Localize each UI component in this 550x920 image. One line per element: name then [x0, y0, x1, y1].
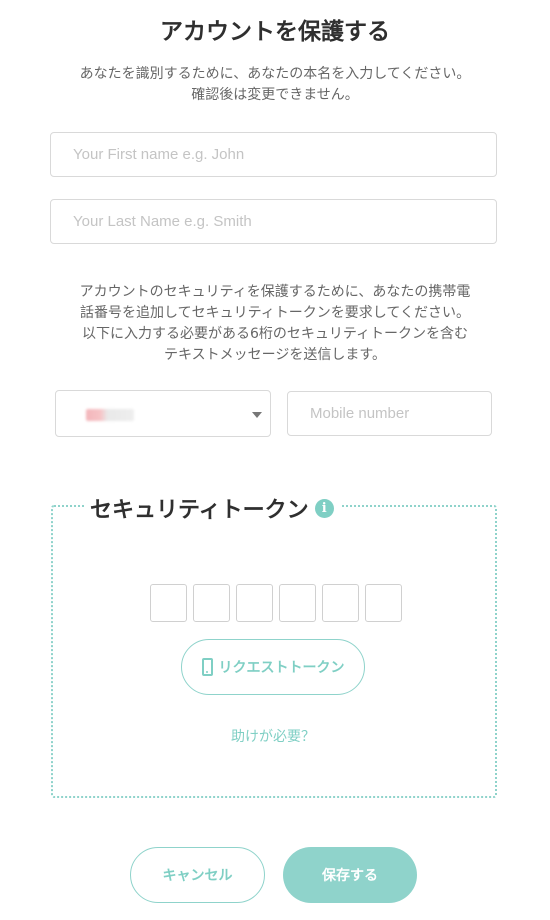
phone-icon: [201, 658, 213, 676]
page-title: アカウントを保護する: [160, 19, 390, 45]
request-token-label: リクエストトークン: [218, 660, 345, 676]
security-line-1: アカウントのセキュリティを保護するために、あなたの携帯電: [79, 284, 471, 300]
security-line-2: 話番号を追加してセキュリティトークンを要求してください。: [80, 305, 470, 321]
chevron-down-icon: [252, 412, 262, 418]
cancel-button[interactable]: キャンセル: [130, 847, 265, 903]
token-digit-5[interactable]: [322, 584, 359, 622]
last-name-input[interactable]: [50, 199, 497, 244]
token-digit-2[interactable]: [193, 584, 230, 622]
help-link[interactable]: 助けが必要？: [0, 726, 546, 746]
token-digit-3[interactable]: [236, 584, 273, 622]
security-line-4: テキストメッセージを送信します。: [164, 347, 386, 363]
mobile-number-input[interactable]: [287, 391, 492, 436]
intro-line-1: あなたを識別するために、あなたの本名を入力してください。: [79, 66, 471, 82]
request-token-button[interactable]: リクエストトークン: [181, 639, 365, 695]
security-token-title: セキュリティトークン: [90, 498, 309, 523]
security-line-3: 以下に入力する必要がある6桁のセキュリティトークンを含む: [81, 326, 469, 342]
intro-line-2: 確認後は変更できません。: [191, 87, 359, 103]
info-icon[interactable]: i: [314, 498, 334, 518]
security-explanation: アカウントのセキュリティを保護するために、あなたの携帯電 話番号を追加してセキュ…: [25, 282, 525, 366]
token-digit-6[interactable]: [365, 584, 402, 622]
first-name-input[interactable]: [50, 132, 497, 177]
country-code-select[interactable]: [55, 390, 271, 437]
save-button[interactable]: 保存する: [283, 847, 417, 903]
security-token-legend: セキュリティトークン i: [84, 492, 340, 524]
token-digit-1[interactable]: [150, 584, 187, 622]
token-digit-4[interactable]: [279, 584, 316, 622]
token-digit-inputs: [150, 584, 402, 622]
intro-text: あなたを識別するために、あなたの本名を入力してください。 確認後は変更できません…: [25, 64, 525, 106]
country-flag-blurred: [86, 409, 134, 421]
